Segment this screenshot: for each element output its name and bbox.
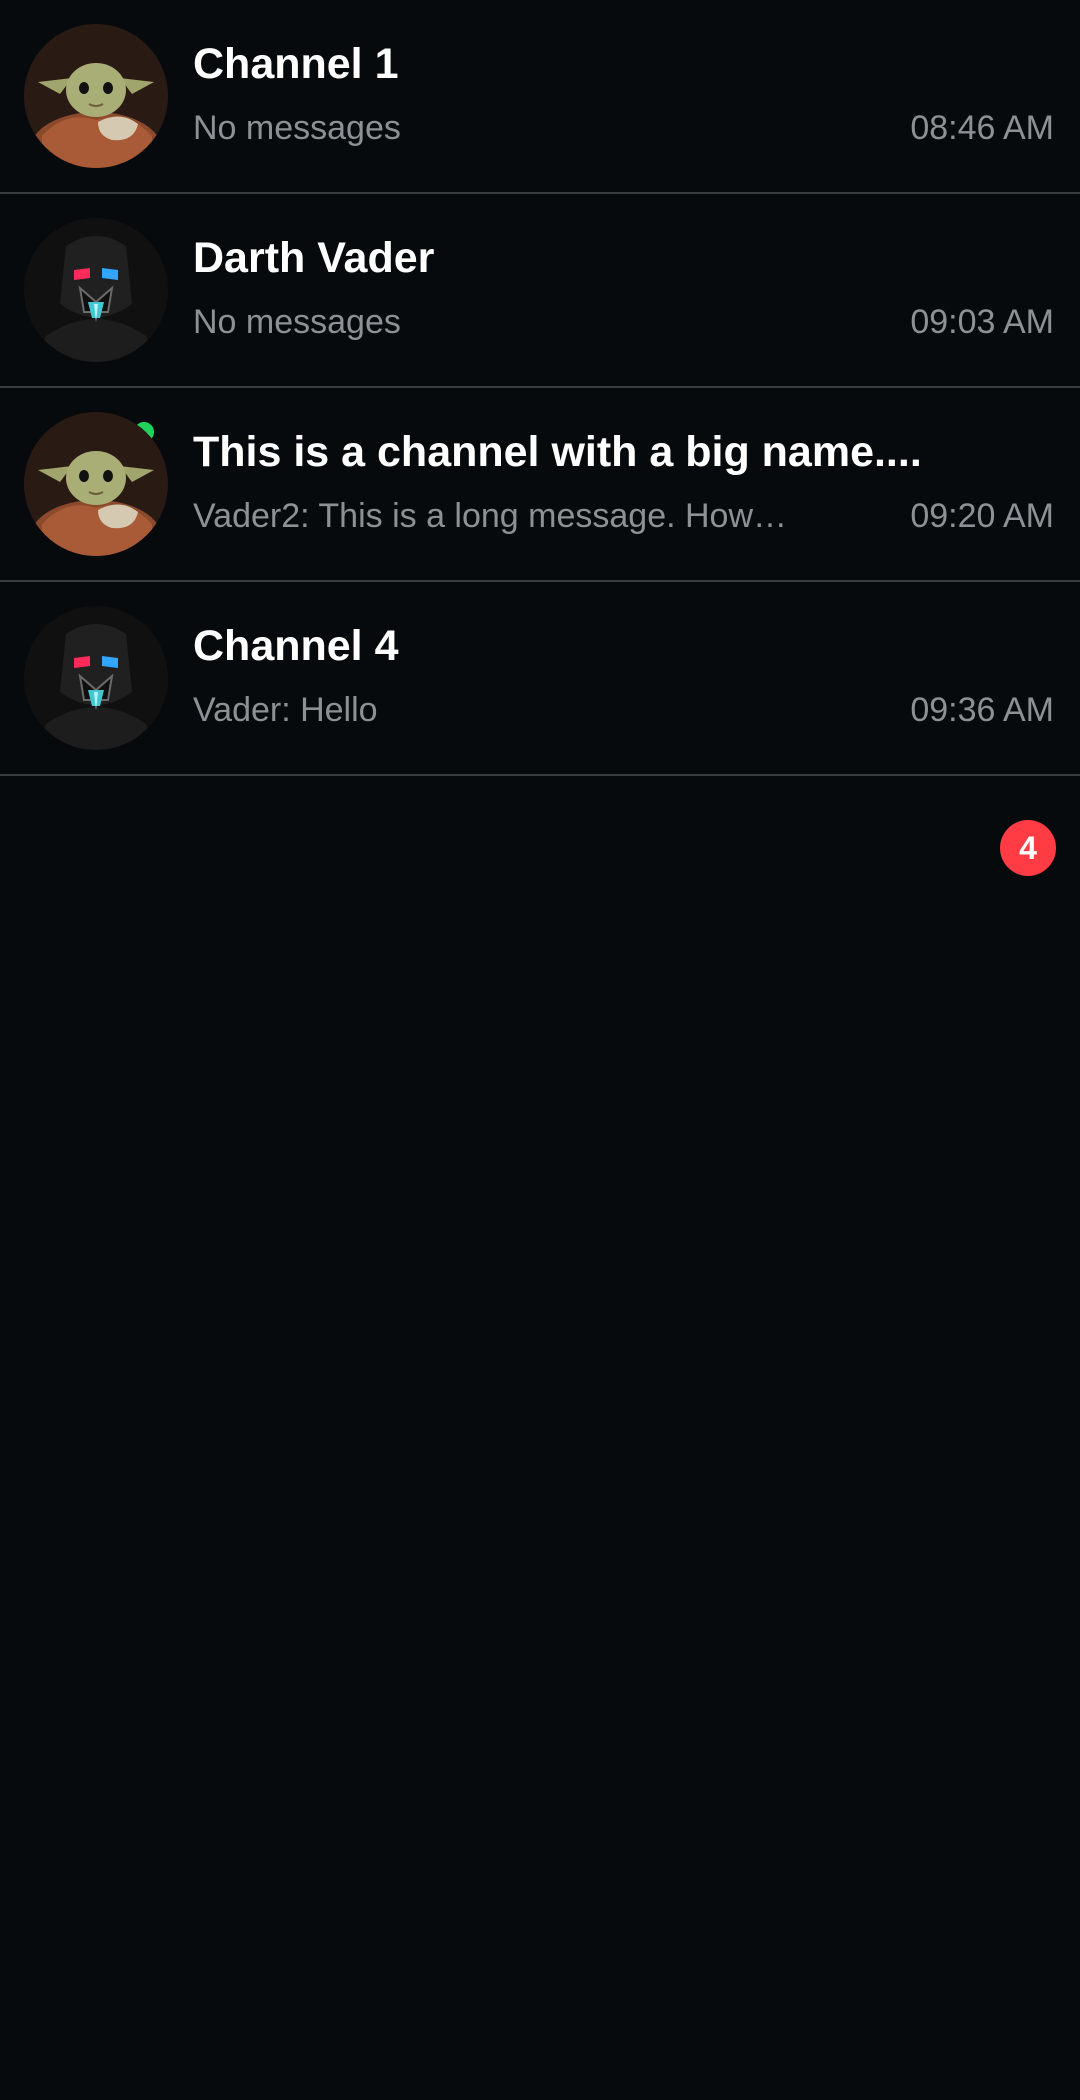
channel-list: Channel 1 No messages 08:46 AM Darth Vad… <box>0 0 1080 876</box>
last-message-time: 08:46 AM <box>910 109 1054 147</box>
last-message-preview: No messages <box>193 109 401 147</box>
channel-title: This is a channel with a big name.... <box>193 428 922 476</box>
baby-yoda-avatar <box>24 24 168 168</box>
unread-count-badge: 4 <box>1000 820 1056 876</box>
darth-vader-avatar <box>24 218 168 362</box>
channel-title: Darth Vader <box>193 234 435 282</box>
channel-list-item[interactable]: Channel 1 No messages 08:46 AM <box>0 0 1080 194</box>
channel-title: Channel 1 <box>193 40 399 88</box>
channel-title: Channel 4 <box>193 622 399 670</box>
last-message-time: 09:20 AM <box>910 497 1054 535</box>
channel-list-item[interactable]: Channel 4 Vader: Hello 09:36 AM <box>0 582 1080 776</box>
channel-list-item[interactable]: This is a channel with a big name.... Va… <box>0 388 1080 876</box>
baby-yoda-avatar <box>24 412 168 556</box>
last-message-time: 09:36 AM <box>910 691 1054 729</box>
last-message-preview: Vader: Hello <box>193 691 378 729</box>
last-message-preview: Vader2: This is a long message. How… <box>193 497 788 535</box>
last-message-time: 09:03 AM <box>910 303 1054 341</box>
channel-list-item[interactable]: Darth Vader No messages 09:03 AM <box>0 194 1080 446</box>
darth-vader-avatar <box>24 606 168 750</box>
last-message-preview: No messages <box>193 303 401 341</box>
